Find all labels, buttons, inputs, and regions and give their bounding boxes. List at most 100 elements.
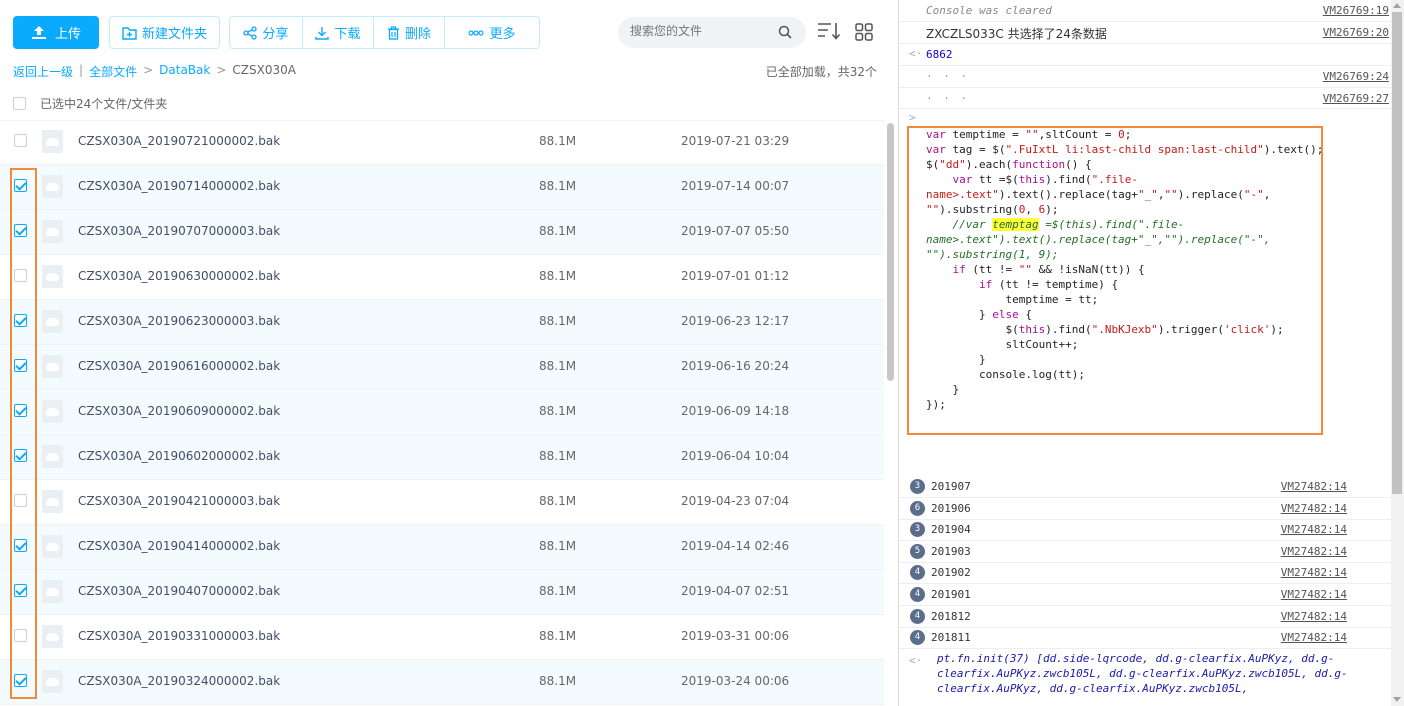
console-source-link[interactable]: VM27482:14	[1281, 545, 1347, 558]
file-row[interactable]: CZSX030A_20190421000003.bak 88.1M 2019-04-…	[0, 480, 884, 525]
console-scrollbar-thumb[interactable]	[1392, 12, 1402, 494]
file-name[interactable]: CZSX030A_20190623000003.bak	[78, 314, 280, 328]
console-group-row: 4 201902 VM27482:14	[899, 562, 1391, 585]
file-row[interactable]: CZSX030A_20190714000002.bak 88.1M 2019-07-…	[0, 165, 884, 210]
console-source-link[interactable]: VM26769:27	[1323, 92, 1389, 105]
file-size: 88.1M	[539, 359, 577, 373]
console-group-value: 201902	[931, 566, 971, 580]
file-size: 88.1M	[539, 314, 577, 328]
trash-icon	[387, 25, 399, 40]
file-date: 2019-06-04 10:04	[681, 449, 790, 463]
repeat-count-badge: 5	[910, 543, 925, 559]
file-row[interactable]: CZSX030A_20190331000003.bak 88.1M 2019-03-…	[0, 615, 884, 660]
scroll-down-arrow-icon[interactable]	[1393, 697, 1401, 702]
file-name[interactable]: CZSX030A_20190616000002.bak	[78, 359, 280, 373]
file-name[interactable]: CZSX030A_20190324000002.bak	[78, 674, 280, 688]
file-size: 88.1M	[539, 674, 577, 688]
return-arrow-icon: <·	[909, 654, 923, 667]
upload-button[interactable]: 上传	[13, 16, 99, 49]
return-arrow-icon: <·	[909, 47, 923, 60]
file-row[interactable]: CZSX030A_20190616000002.bak 88.1M 2019-06-…	[0, 345, 884, 390]
file-row[interactable]: CZSX030A_20190630000002.bak 88.1M 2019-07-…	[0, 255, 884, 300]
file-date: 2019-03-31 00:06	[681, 629, 790, 643]
file-row[interactable]: CZSX030A_20190324000002.bak 88.1M 2019-03-…	[0, 660, 884, 705]
file-cloud-icon	[42, 535, 63, 558]
file-row[interactable]: CZSX030A_20190721000002.bak 88.1M 2019-07-…	[0, 120, 884, 165]
file-name[interactable]: CZSX030A_20190407000002.bak	[78, 584, 280, 598]
new-folder-button[interactable]: 新建文件夹	[109, 16, 220, 49]
file-size: 88.1M	[539, 404, 577, 418]
selection-count: 已选中24个文件/文件夹	[40, 97, 168, 111]
more-icon	[468, 29, 485, 36]
console-source-link[interactable]: VM27482:14	[1281, 566, 1347, 579]
file-cloud-icon	[42, 445, 63, 468]
console-source-link[interactable]: VM27482:14	[1281, 480, 1347, 493]
file-name[interactable]: CZSX030A_20190630000002.bak	[78, 269, 280, 283]
file-row[interactable]: CZSX030A_20190414000002.bak 88.1M 2019-04-…	[0, 525, 884, 570]
prompt-chevron-icon: >	[909, 111, 916, 124]
code-highlight-box	[907, 126, 1323, 435]
repeat-count-badge: 6	[910, 500, 925, 516]
share-button[interactable]: 分享	[230, 17, 303, 48]
more-label: 更多	[489, 27, 516, 42]
console-source-link[interactable]: VM26769:24	[1323, 70, 1389, 83]
breadcrumb-all-files[interactable]: 全部文件	[89, 63, 137, 80]
delete-button[interactable]: 删除	[374, 17, 445, 48]
breadcrumb-folder[interactable]: DataBak	[159, 63, 210, 80]
file-row[interactable]: CZSX030A_20190623000003.bak 88.1M 2019-06-…	[0, 300, 884, 345]
console-source-link[interactable]: VM27482:14	[1281, 631, 1347, 644]
console-source-link[interactable]: VM26769:19	[1323, 4, 1389, 17]
checkbox-highlight-box	[10, 168, 37, 699]
file-row[interactable]: CZSX030A_20190602000002.bak 88.1M 2019-06-…	[0, 435, 884, 480]
file-name[interactable]: CZSX030A_20190421000003.bak	[78, 494, 280, 508]
file-row[interactable]: CZSX030A_20190407000002.bak 88.1M 2019-04-…	[0, 570, 884, 615]
file-date: 2019-04-14 02:46	[681, 539, 790, 553]
repeat-count-badge: 4	[910, 608, 925, 624]
file-name[interactable]: CZSX030A_20190609000002.bak	[78, 404, 280, 418]
console-source-link[interactable]: VM27482:14	[1281, 588, 1347, 601]
console-group-value: 201906	[931, 501, 971, 515]
search-icon[interactable]	[778, 25, 792, 39]
file-name[interactable]: CZSX030A_20190602000002.bak	[78, 449, 280, 463]
breadcrumb-back[interactable]: 返回上一级	[13, 63, 73, 80]
console-group-value: 201812	[931, 609, 971, 623]
upload-label: 上传	[54, 27, 81, 42]
console-object-output[interactable]: pt.fn.init(37) [dd.side-lqrcode, dd.g-cl…	[937, 651, 1387, 696]
file-size: 88.1M	[539, 584, 577, 598]
file-name[interactable]: CZSX030A_20190707000003.bak	[78, 224, 280, 238]
file-manager-panel: 上传 新建文件夹 分享 下载 删除 更多 搜索您的文件 返回上一级 | 全部文件…	[0, 0, 898, 706]
file-row[interactable]: CZSX030A_20190609000002.bak 88.1M 2019-06-…	[0, 390, 884, 435]
repeat-count-badge: 4	[910, 630, 925, 646]
file-checkbox[interactable]	[14, 134, 27, 147]
console-row: <· 6862	[899, 44, 1391, 66]
file-name[interactable]: CZSX030A_20190331000003.bak	[78, 629, 280, 643]
grid-view-icon[interactable]	[855, 23, 873, 41]
file-date: 2019-06-23 12:17	[681, 314, 790, 328]
file-date: 2019-07-01 01:12	[681, 269, 790, 283]
console-source-link[interactable]: VM27482:14	[1281, 502, 1347, 515]
share-label: 分享	[262, 27, 289, 42]
download-button[interactable]: 下载	[303, 17, 374, 48]
search-input[interactable]	[630, 24, 770, 38]
console-source-link[interactable]: VM27482:14	[1281, 523, 1347, 536]
scroll-up-arrow-icon[interactable]	[1393, 3, 1401, 8]
file-name[interactable]: CZSX030A_20190414000002.bak	[78, 539, 280, 553]
file-row[interactable]: CZSX030A_20190707000003.bak 88.1M 2019-07-…	[0, 210, 884, 255]
console-group-value: 201904	[931, 523, 971, 537]
console-source-link[interactable]: VM27482:14	[1281, 610, 1347, 623]
breadcrumb-separator: |	[79, 63, 84, 77]
more-button[interactable]: 更多	[445, 17, 539, 48]
console-source-link[interactable]: VM26769:20	[1323, 26, 1389, 39]
breadcrumb: 返回上一级 | 全部文件 > DataBak > CZSX030A	[13, 63, 296, 80]
console-group-value: 201901	[931, 588, 971, 601]
file-name[interactable]: CZSX030A_20190714000002.bak	[78, 179, 280, 193]
file-name[interactable]: CZSX030A_20190721000002.bak	[78, 134, 280, 148]
breadcrumb-separator: >	[143, 63, 154, 77]
file-cloud-icon	[42, 580, 63, 603]
console-row: · · · VM26769:24	[899, 66, 1391, 88]
file-list-scrollbar[interactable]	[887, 123, 894, 381]
sort-icon[interactable]	[817, 22, 841, 40]
select-all-checkbox[interactable]	[13, 97, 26, 110]
repeat-count-badge: 3	[910, 522, 925, 538]
file-date: 2019-07-21 03:29	[681, 134, 790, 148]
